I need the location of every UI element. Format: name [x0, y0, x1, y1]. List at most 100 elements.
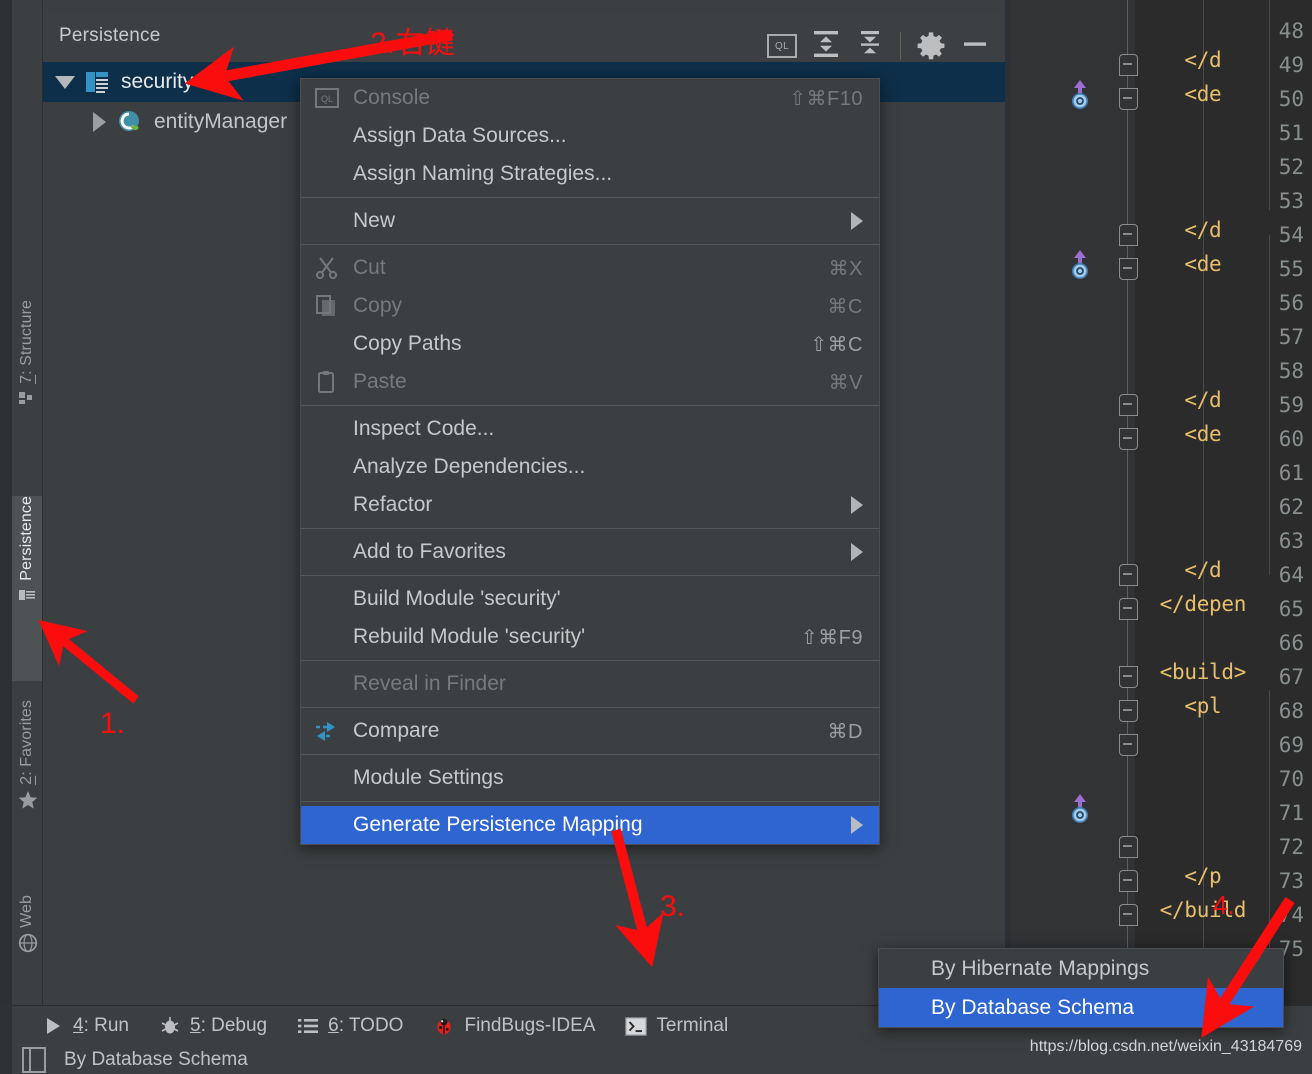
menu-item-label: Console [353, 86, 431, 109]
bottom-tab-label: Terminal [656, 1015, 729, 1036]
ql-icon: QL [767, 34, 797, 58]
submenu-arrow-icon [851, 816, 863, 834]
menu-item-analyze-dependencies[interactable]: Analyze Dependencies... [301, 448, 879, 486]
hide-window-button[interactable] [955, 26, 995, 66]
menu-item-icon-slot [315, 161, 345, 187]
menu-item-shortcut: ⌘X [828, 257, 863, 280]
page-title: Persistence [59, 25, 161, 46]
menu-item-assign-naming-strategies[interactable]: Assign Naming Strategies... [301, 155, 879, 193]
menu-item-inspect-code[interactable]: Inspect Code... [301, 410, 879, 448]
editor-code-line: <de [1135, 82, 1222, 106]
settings-gear-button[interactable] [911, 26, 951, 66]
chevron-down-icon[interactable] [55, 75, 75, 89]
svg-text:QL: QL [321, 94, 333, 104]
clipboard-icon [315, 369, 345, 395]
memory-icon[interactable] [22, 1047, 46, 1073]
menu-item-label: Module Settings [353, 766, 504, 789]
window-left-edge-accent [0, 0, 12, 1005]
editor-code-line: <de [1135, 252, 1222, 276]
submenu-arrow-icon [851, 543, 863, 561]
editor-left-border [1005, 0, 1010, 1005]
menu-item-label: New [353, 209, 396, 232]
submenu-arrow-icon [851, 496, 863, 514]
code-editor[interactable]: 48 49 50 51 52 53 54 55 56 57 58 59 60 61 62 63 64 65 66 67… [1005, 0, 1312, 1005]
terminal-icon [625, 1015, 648, 1037]
sidebar-item-persistence[interactable]: Persistence [12, 496, 42, 681]
spring-bean-icon [116, 109, 144, 135]
menu-item-shortcut: ⇧⌘C [810, 333, 863, 356]
expand-all-button[interactable] [806, 26, 846, 66]
menu-divider [301, 660, 879, 661]
bottom-tab-label: 6: TODO [328, 1015, 404, 1036]
sidebar-item-web[interactable]: Web [12, 895, 42, 1000]
collapse-all-icon [854, 29, 886, 64]
chevron-right-icon[interactable] [93, 112, 106, 132]
menu-item-rebuild-module-security[interactable]: Rebuild Module 'security' ⇧⌘F9 [301, 618, 879, 656]
menu-item-refactor[interactable]: Refactor [301, 486, 879, 524]
menu-divider [301, 197, 879, 198]
menu-item-icon-slot [315, 123, 345, 149]
menu-item-label: Generate Persistence Mapping [353, 813, 643, 836]
menu-item-compare[interactable]: Compare ⌘D [301, 712, 879, 750]
gutter-override-marker-icon[interactable] [1067, 250, 1093, 279]
menu-item-label: Assign Data Sources... [353, 124, 567, 147]
gear-icon [915, 28, 947, 65]
star-icon [18, 790, 38, 809]
tree-node-label: entityManager [154, 110, 288, 133]
editor-gutter[interactable] [1005, 0, 1135, 1005]
globe-icon [18, 933, 38, 953]
menu-item-generate-persistence-mapping[interactable]: Generate Persistence Mapping [301, 806, 879, 844]
menu-item-new[interactable]: New [301, 202, 879, 240]
menu-item-label: Reveal in Finder [353, 672, 506, 695]
toolbar-divider [900, 32, 901, 60]
sidebar-item-favorites[interactable]: 2: Favorites [12, 700, 42, 870]
menu-item-icon-slot [315, 331, 345, 357]
editor-code-line: <build> [1135, 660, 1247, 684]
context-menu[interactable]: QL Console ⇧⌘F10 Assign Data Sources... Assi… [300, 78, 880, 845]
editor-code-text[interactable]: </d <de </d <de </d <de </d </depen <bui… [1135, 0, 1312, 1005]
bottom-tab-terminal[interactable]: Terminal [625, 1015, 728, 1037]
submenu-item-by-database-schema[interactable]: By Database Schema [879, 988, 1283, 1027]
watermark: https://blog.csdn.net/weixin_43184769 [1029, 1038, 1302, 1055]
menu-item-label: Copy [353, 294, 403, 317]
menu-divider [301, 707, 879, 708]
sidebar-item-favorites-label: 2: Favorites [18, 700, 35, 785]
menu-item-icon-slot [315, 492, 345, 518]
menu-item-copy: Copy ⌘C [301, 287, 879, 325]
copy-icon [315, 293, 345, 319]
collapse-all-button[interactable] [850, 26, 890, 66]
bottom-tab-5-debug[interactable]: 5: Debug [159, 1015, 267, 1037]
bottom-tab-6-todo[interactable]: 6: TODO [297, 1015, 403, 1037]
scissors-icon [315, 255, 345, 281]
todo-icon [297, 1015, 319, 1037]
gutter-override-marker-icon[interactable] [1067, 794, 1093, 823]
structure-icon [18, 389, 36, 407]
bottom-tab-label: 5: Debug [190, 1015, 268, 1036]
menu-item-reveal-in-finder: Reveal in Finder [301, 665, 879, 703]
menu-item-paste: Paste ⌘V [301, 363, 879, 401]
submenu-item-label: By Database Schema [931, 995, 1135, 1019]
menu-item-add-to-favorites[interactable]: Add to Favorites [301, 533, 879, 571]
minimize-icon [959, 29, 991, 64]
generate-persistence-mapping-submenu[interactable]: By Hibernate Mappings By Database Schema [878, 948, 1284, 1028]
menu-item-copy-paths[interactable]: Copy Paths ⇧⌘C [301, 325, 879, 363]
editor-code-line: <pl [1135, 694, 1222, 718]
menu-item-module-settings[interactable]: Module Settings [301, 759, 879, 797]
menu-item-label: Paste [353, 370, 407, 393]
status-text: By Database Schema [64, 1049, 248, 1070]
menu-item-shortcut: ⇧⌘F10 [789, 87, 863, 110]
menu-item-icon-slot [315, 208, 345, 234]
menu-item-shortcut: ⇧⌘F9 [800, 626, 863, 649]
sidebar-item-persistence-label: Persistence [18, 496, 35, 581]
gutter-override-marker-icon[interactable] [1067, 80, 1093, 109]
bottom-tab-findbugs-idea[interactable]: FindBugs-IDEA [433, 1015, 595, 1037]
ql-console-button[interactable]: QL [762, 26, 802, 66]
sidebar-item-structure[interactable]: 7: Structure [12, 300, 42, 470]
menu-divider [301, 754, 879, 755]
bottom-tab-4-run[interactable]: 4: Run [42, 1015, 129, 1037]
menu-divider [301, 801, 879, 802]
compare-icon [315, 718, 345, 744]
menu-item-assign-data-sources[interactable]: Assign Data Sources... [301, 117, 879, 155]
submenu-item-by-hibernate-mappings[interactable]: By Hibernate Mappings [879, 949, 1283, 988]
menu-item-build-module-security[interactable]: Build Module 'security' [301, 580, 879, 618]
